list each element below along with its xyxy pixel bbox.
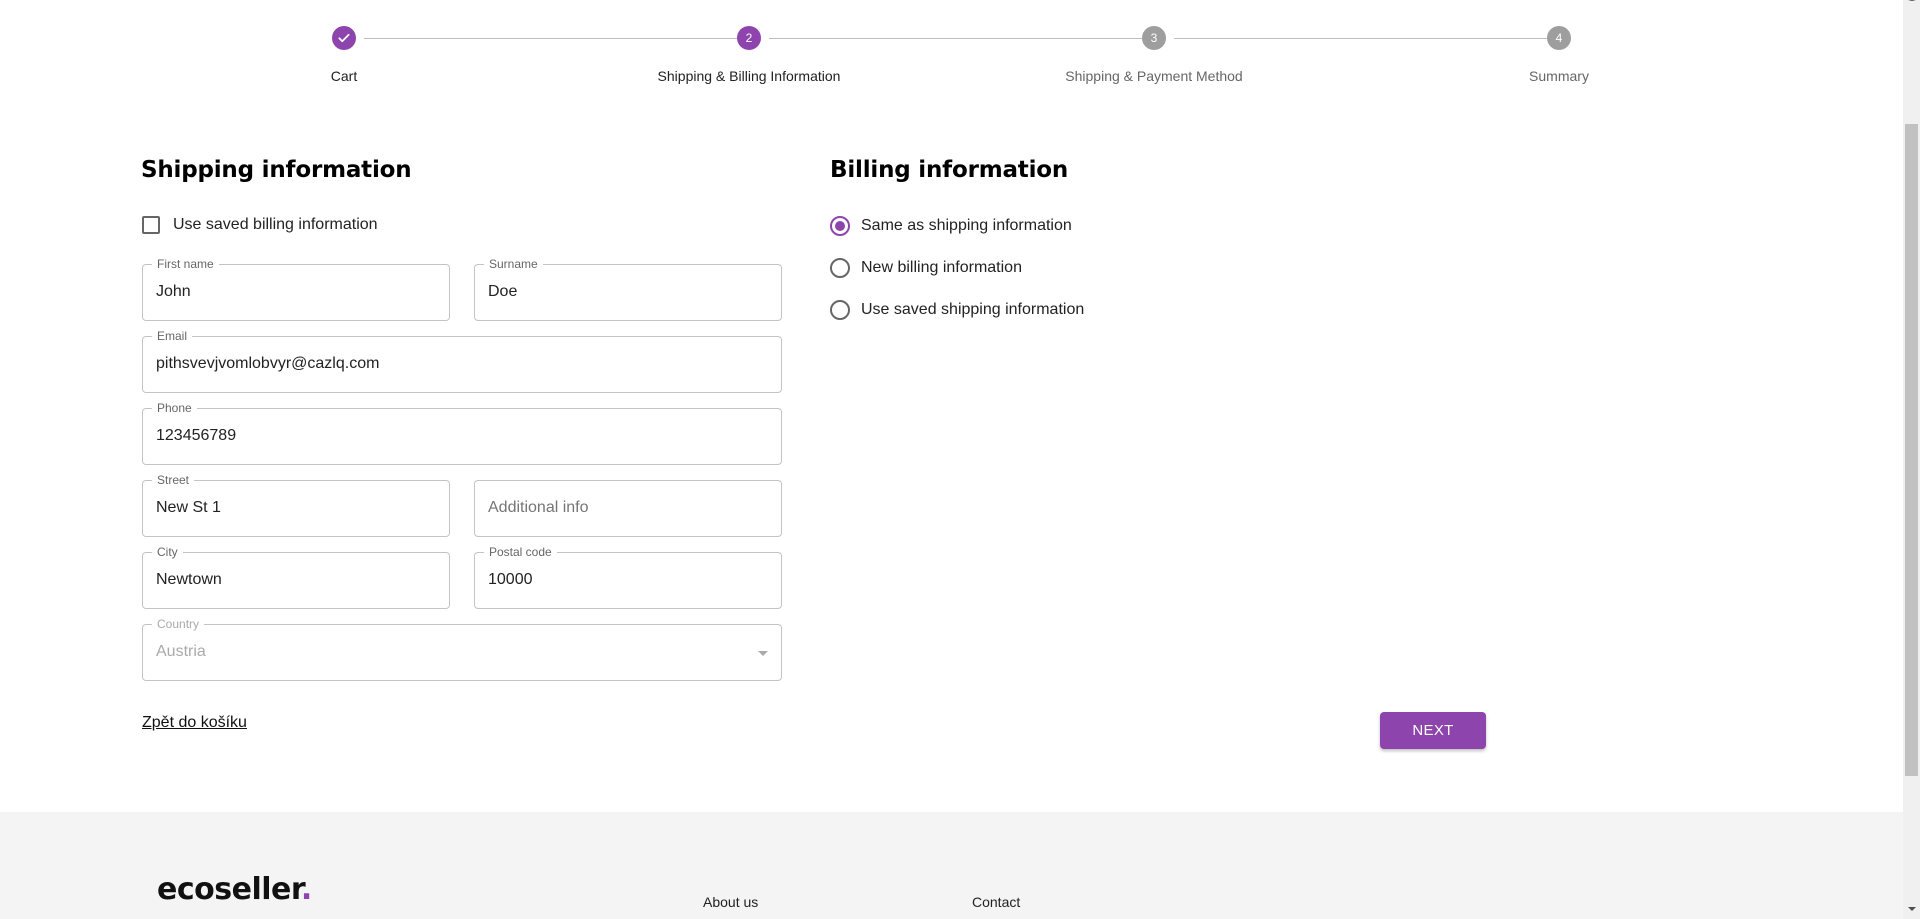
logo-text: ecoseller [157,872,301,907]
step-completed-badge [332,26,356,50]
checkout-stepper: Cart 2 Shipping & Billing Information 3 … [0,0,1903,84]
street-input[interactable] [156,499,432,517]
radio-button[interactable] [830,258,850,278]
footer: ecoseller. About us Contact [0,812,1903,919]
scroll-down-arrow-icon[interactable] [1908,907,1916,911]
stepper-connector [1174,38,1547,39]
billing-option-use-saved-shipping[interactable]: Use saved shipping information [830,300,1084,320]
scroll-up-arrow-icon[interactable] [1908,0,1916,1]
step-label: Cart [330,68,358,84]
email-field[interactable]: Email [142,329,782,393]
shipping-title: Shipping information [141,157,412,183]
postal-code-field[interactable]: Postal code [474,545,782,609]
street-field[interactable]: Street [142,473,450,537]
country-select[interactable]: Country Austria [142,617,782,681]
email-input[interactable] [156,355,731,373]
city-field[interactable]: City [142,545,450,609]
field-label: Country [152,617,205,631]
checkbox-box[interactable] [142,216,160,234]
chevron-down-icon[interactable] [758,651,768,656]
vertical-scrollbar[interactable] [1903,0,1920,919]
scrollbar-thumb[interactable] [1905,124,1918,776]
logo-dot: . [300,872,312,907]
step-number-badge: 4 [1547,26,1571,50]
first-name-input[interactable] [156,283,432,301]
next-button[interactable]: NEXT [1380,712,1486,749]
country-value: Austria [156,643,206,660]
stepper-connector [769,38,1142,39]
field-label: First name [152,257,219,271]
use-saved-billing-checkbox[interactable]: Use saved billing information [142,216,378,234]
footer-link-contact[interactable]: Contact [972,894,1020,910]
radio-label: New billing information [861,259,1022,276]
phone-input[interactable] [156,427,731,445]
step-label: Summary [1529,68,1589,84]
field-label: Email [152,329,193,343]
step-number-badge: 3 [1142,26,1166,50]
field-label: Postal code [484,545,557,559]
additional-info-input[interactable] [488,499,764,517]
footer-link-about-us[interactable]: About us [703,894,758,910]
field-label: Surname [484,257,543,271]
step-number-badge: 2 [737,26,761,50]
radio-button[interactable] [830,300,850,320]
check-icon [338,33,350,43]
additional-info-field[interactable] [474,480,782,537]
step-label: Shipping & Payment Method [1065,68,1243,84]
ecoseller-logo[interactable]: ecoseller. [157,872,312,907]
first-name-field[interactable]: First name [142,257,450,321]
billing-option-new[interactable]: New billing information [830,258,1022,278]
stepper-connector [364,38,737,39]
surname-field[interactable]: Surname [474,257,782,321]
billing-title: Billing information [830,157,1069,183]
field-label: City [152,545,183,559]
radio-label: Same as shipping information [861,217,1072,234]
field-label: Phone [152,401,197,415]
back-to-cart-link[interactable]: Zpět do košíku [142,714,247,732]
city-input[interactable] [156,571,432,589]
radio-button[interactable] [830,216,850,236]
checkbox-label: Use saved billing information [173,216,378,233]
checkout-page: Cart 2 Shipping & Billing Information 3 … [0,0,1903,919]
field-label: Street [152,473,195,487]
surname-input[interactable] [488,283,764,301]
postal-code-input[interactable] [488,571,764,589]
radio-label: Use saved shipping information [861,301,1085,318]
phone-field[interactable]: Phone [142,401,782,465]
billing-option-same-as-shipping[interactable]: Same as shipping information [830,216,1072,236]
step-label: Shipping & Billing Information [657,68,841,84]
